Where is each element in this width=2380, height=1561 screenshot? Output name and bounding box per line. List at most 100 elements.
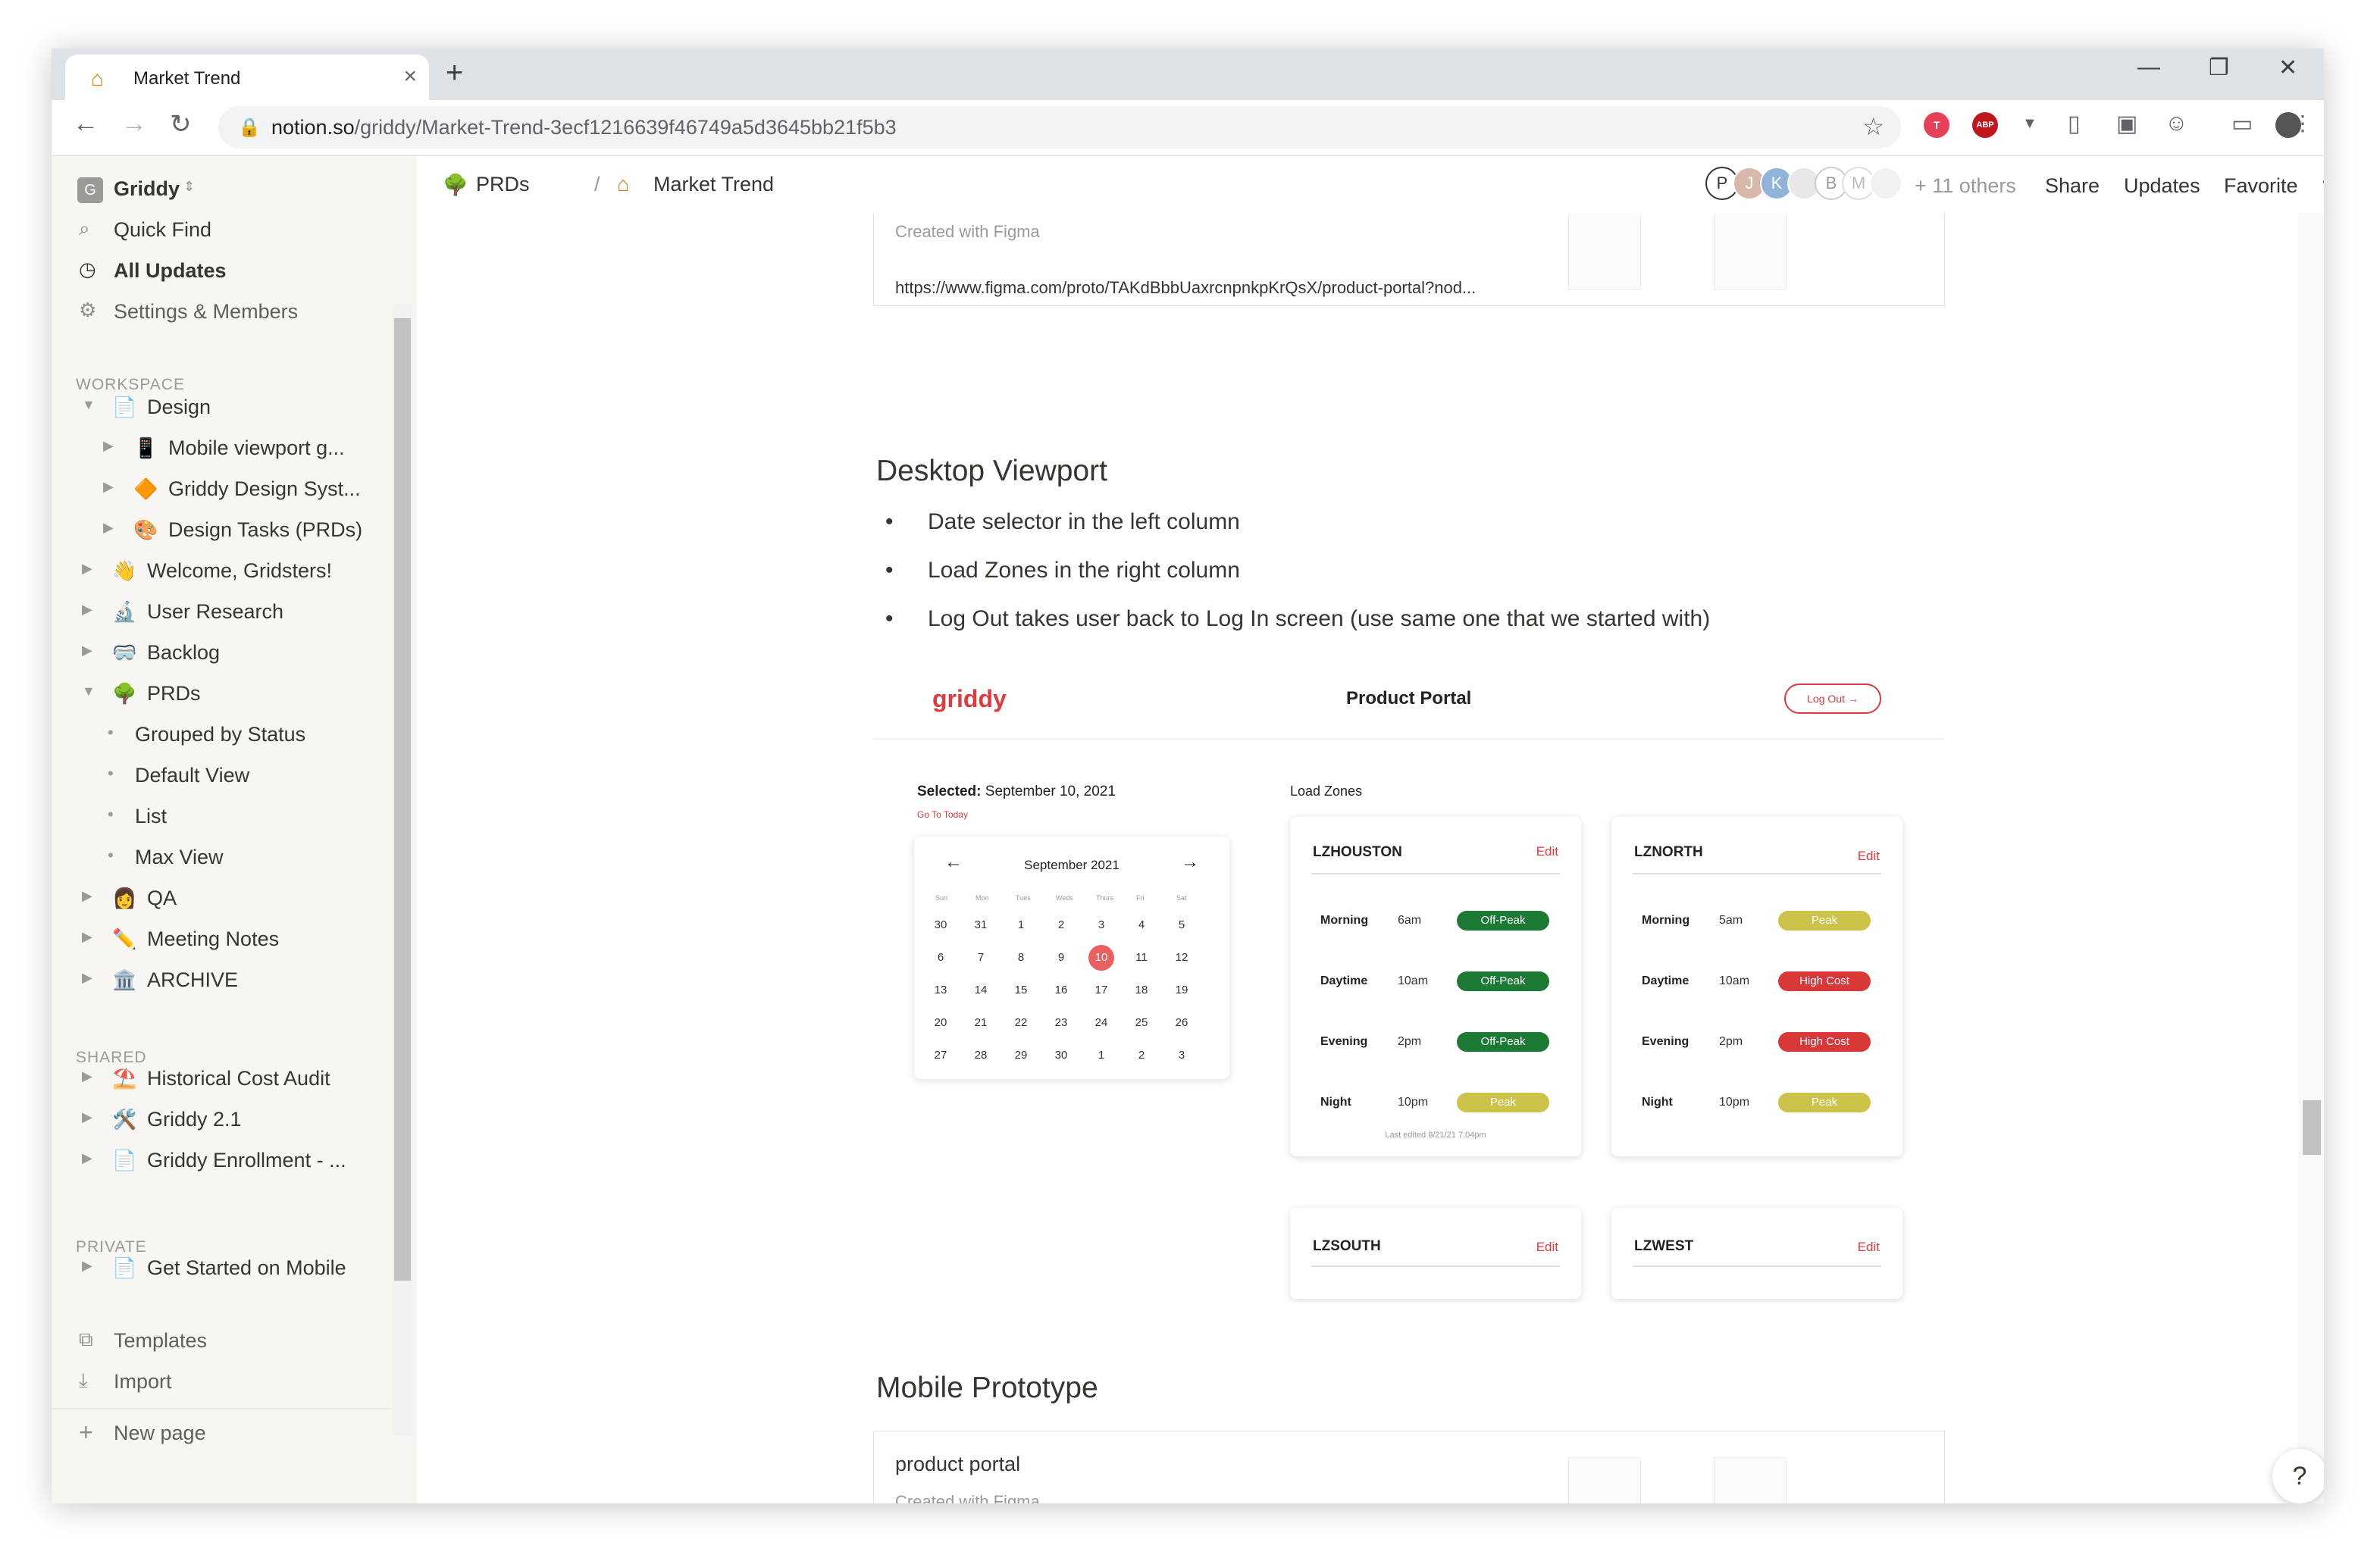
import-button[interactable]: Import bbox=[114, 1370, 172, 1394]
collapse-toggle[interactable]: ▼ bbox=[82, 397, 96, 413]
bookmark-star-icon[interactable]: ☆ bbox=[1862, 112, 1884, 141]
figma-embed-bottom[interactable]: product portal Created with Figma bbox=[873, 1431, 1945, 1503]
main-scrollbar[interactable] bbox=[2298, 214, 2324, 1503]
expand-toggle[interactable]: ▶ bbox=[82, 1258, 92, 1274]
sidebar-item-list[interactable]: List bbox=[135, 805, 167, 828]
new-tab-icon[interactable]: + bbox=[446, 56, 463, 90]
embed-subtitle: Created with Figma bbox=[895, 222, 1040, 241]
figma-mockup-image: griddy Product Portal Log Out → Selected… bbox=[873, 653, 1945, 1303]
close-tab-icon[interactable]: × bbox=[403, 64, 417, 89]
calendar-day: 24 bbox=[1094, 1016, 1108, 1029]
ext-face-icon[interactable]: ☺ bbox=[2165, 111, 2188, 136]
expand-toggle[interactable]: ▶ bbox=[103, 520, 114, 536]
sidebar-scroll-thumb[interactable] bbox=[394, 318, 411, 1281]
favorite-button[interactable]: Favorite bbox=[2224, 174, 2298, 198]
page-content: Created with Figma https://www.figma.com… bbox=[415, 214, 2298, 1503]
sidebar-item-griddy-2-1[interactable]: Griddy 2.1 bbox=[147, 1108, 242, 1131]
back-icon[interactable]: ← bbox=[73, 109, 99, 139]
chrome-menu-icon[interactable]: ⋮ bbox=[2292, 111, 2313, 136]
calendar-day: 6 bbox=[937, 951, 944, 964]
browser-tab[interactable]: ⌂ Market Trend × bbox=[65, 55, 429, 100]
expand-toggle[interactable]: ▶ bbox=[103, 479, 114, 495]
collapse-toggle[interactable]: ▼ bbox=[82, 684, 96, 699]
more-icon[interactable]: ••• bbox=[2322, 170, 2324, 196]
templates-button[interactable]: Templates bbox=[114, 1329, 207, 1353]
settings-members[interactable]: Settings & Members bbox=[114, 300, 298, 324]
bullet-text: Log Out takes user back to Log In screen… bbox=[928, 606, 1711, 631]
expand-toggle[interactable]: ▶ bbox=[82, 888, 92, 904]
expand-toggle[interactable]: ▶ bbox=[82, 1150, 92, 1166]
expand-toggle[interactable]: ▶ bbox=[82, 929, 92, 945]
status-badge: High Cost bbox=[1778, 971, 1871, 991]
expand-toggle[interactable]: ▶ bbox=[103, 438, 114, 454]
sidebar-item-design[interactable]: Design bbox=[147, 396, 211, 419]
sidebar-scrollbar[interactable] bbox=[393, 305, 412, 1435]
mockup-logout-button: Log Out → bbox=[1784, 684, 1881, 714]
expand-toggle[interactable]: ▶ bbox=[82, 1068, 92, 1084]
sidebar-item-griddy-enrollment[interactable]: Griddy Enrollment - ... bbox=[147, 1149, 346, 1172]
zone-row-label: Night bbox=[1320, 1096, 1351, 1109]
bullet-icon: • bbox=[108, 764, 114, 783]
sidebar-item-qa[interactable]: QA bbox=[147, 887, 177, 910]
bullet-text: Load Zones in the right column bbox=[928, 558, 1240, 583]
sidebar-item-get-started[interactable]: Get Started on Mobile bbox=[147, 1256, 346, 1280]
others-count[interactable]: + 11 others bbox=[1915, 174, 2016, 198]
zone-row-time: 2pm bbox=[1398, 1035, 1422, 1048]
zone-row-label: Night bbox=[1642, 1096, 1673, 1109]
extension-t-icon[interactable]: T bbox=[1924, 112, 1949, 138]
new-page-button[interactable]: New page bbox=[114, 1422, 206, 1445]
breadcrumb-current[interactable]: Market Trend bbox=[653, 173, 774, 196]
sidebar-item-design-tasks[interactable]: Design Tasks (PRDs) bbox=[168, 518, 362, 542]
zone-card: LZHOUSTON Edit Morning 6am Off-Peak Daytime 10… bbox=[1290, 817, 1581, 1156]
sidebar-item-max-view[interactable]: Max View bbox=[135, 846, 224, 869]
sidebar-item-archive[interactable]: ARCHIVE bbox=[147, 968, 238, 992]
chevron-updown-icon[interactable]: ⇕ bbox=[183, 179, 195, 195]
close-window-icon[interactable]: ✕ bbox=[2278, 55, 2297, 81]
adblock-icon[interactable]: ABP bbox=[1972, 112, 1998, 138]
calendar-day: 8 bbox=[1017, 951, 1025, 964]
reload-icon[interactable]: ↻ bbox=[170, 109, 192, 139]
figma-embed-top[interactable]: Created with Figma https://www.figma.com… bbox=[873, 214, 1945, 306]
sidebar-item-backlog[interactable]: Backlog bbox=[147, 641, 220, 665]
expand-toggle[interactable]: ▶ bbox=[82, 561, 92, 577]
all-updates[interactable]: All Updates bbox=[114, 259, 227, 283]
workspace-switcher[interactable]: Griddy bbox=[114, 177, 180, 201]
sidebar-item-prds[interactable]: PRDs bbox=[147, 682, 201, 705]
updates-button[interactable]: Updates bbox=[2124, 174, 2200, 198]
sidebar-item-meeting-notes[interactable]: Meeting Notes bbox=[147, 928, 279, 951]
ext-icon[interactable]: ▣ bbox=[2116, 111, 2137, 137]
sidebar-item-welcome[interactable]: Welcome, Gridsters! bbox=[147, 559, 332, 583]
embed-url[interactable]: https://www.figma.com/proto/TAKdBbbUaxrc… bbox=[895, 278, 1476, 298]
restore-icon[interactable]: ❐ bbox=[2209, 55, 2229, 81]
quick-find[interactable]: Quick Find bbox=[114, 218, 211, 242]
sidebar-item-historical-cost-audit[interactable]: Historical Cost Audit bbox=[147, 1067, 330, 1090]
calendar-day: 25 bbox=[1135, 1016, 1148, 1029]
expand-toggle[interactable]: ▶ bbox=[82, 970, 92, 986]
expand-toggle[interactable]: ▶ bbox=[82, 1109, 92, 1125]
url-field[interactable]: 🔒 notion.so/griddy/Market-Trend-3ecf1216… bbox=[218, 106, 1901, 149]
sidebar-item-design-system[interactable]: Griddy Design Syst... bbox=[168, 477, 361, 501]
main-scroll-thumb[interactable] bbox=[2303, 1100, 2321, 1155]
weekday-label: Sun bbox=[935, 894, 948, 902]
calendar-day: 9 bbox=[1057, 951, 1065, 964]
cast-icon[interactable]: ▭ bbox=[2231, 111, 2253, 137]
expand-toggle[interactable]: ▶ bbox=[82, 643, 92, 658]
avatar[interactable] bbox=[1869, 167, 1902, 200]
expand-toggle[interactable]: ▶ bbox=[82, 602, 92, 618]
help-button[interactable]: ? bbox=[2272, 1449, 2324, 1503]
minimize-icon[interactable]: — bbox=[2137, 55, 2160, 80]
forward-icon[interactable]: → bbox=[121, 109, 147, 139]
zone-row-time: 10am bbox=[1719, 974, 1750, 987]
share-button[interactable]: Share bbox=[2045, 174, 2100, 198]
sidebar-item-grouped-by-status[interactable]: Grouped by Status bbox=[135, 723, 305, 746]
page-ext-icon[interactable]: ▯ bbox=[2068, 111, 2081, 137]
zone-row-label: Daytime bbox=[1642, 974, 1689, 987]
zone-row-label: Morning bbox=[1642, 914, 1690, 927]
sidebar-item-user-research[interactable]: User Research bbox=[147, 600, 283, 624]
sidebar-item-default-view[interactable]: Default View bbox=[135, 764, 249, 787]
zone-row-label: Evening bbox=[1320, 1035, 1368, 1048]
sidebar-item-mobile-viewport[interactable]: Mobile viewport g... bbox=[168, 436, 345, 460]
breadcrumb-prds[interactable]: PRDs bbox=[476, 173, 530, 196]
zone-name: LZSOUTH bbox=[1313, 1238, 1381, 1254]
dropdown-icon[interactable]: ▼ bbox=[2022, 115, 2037, 133]
